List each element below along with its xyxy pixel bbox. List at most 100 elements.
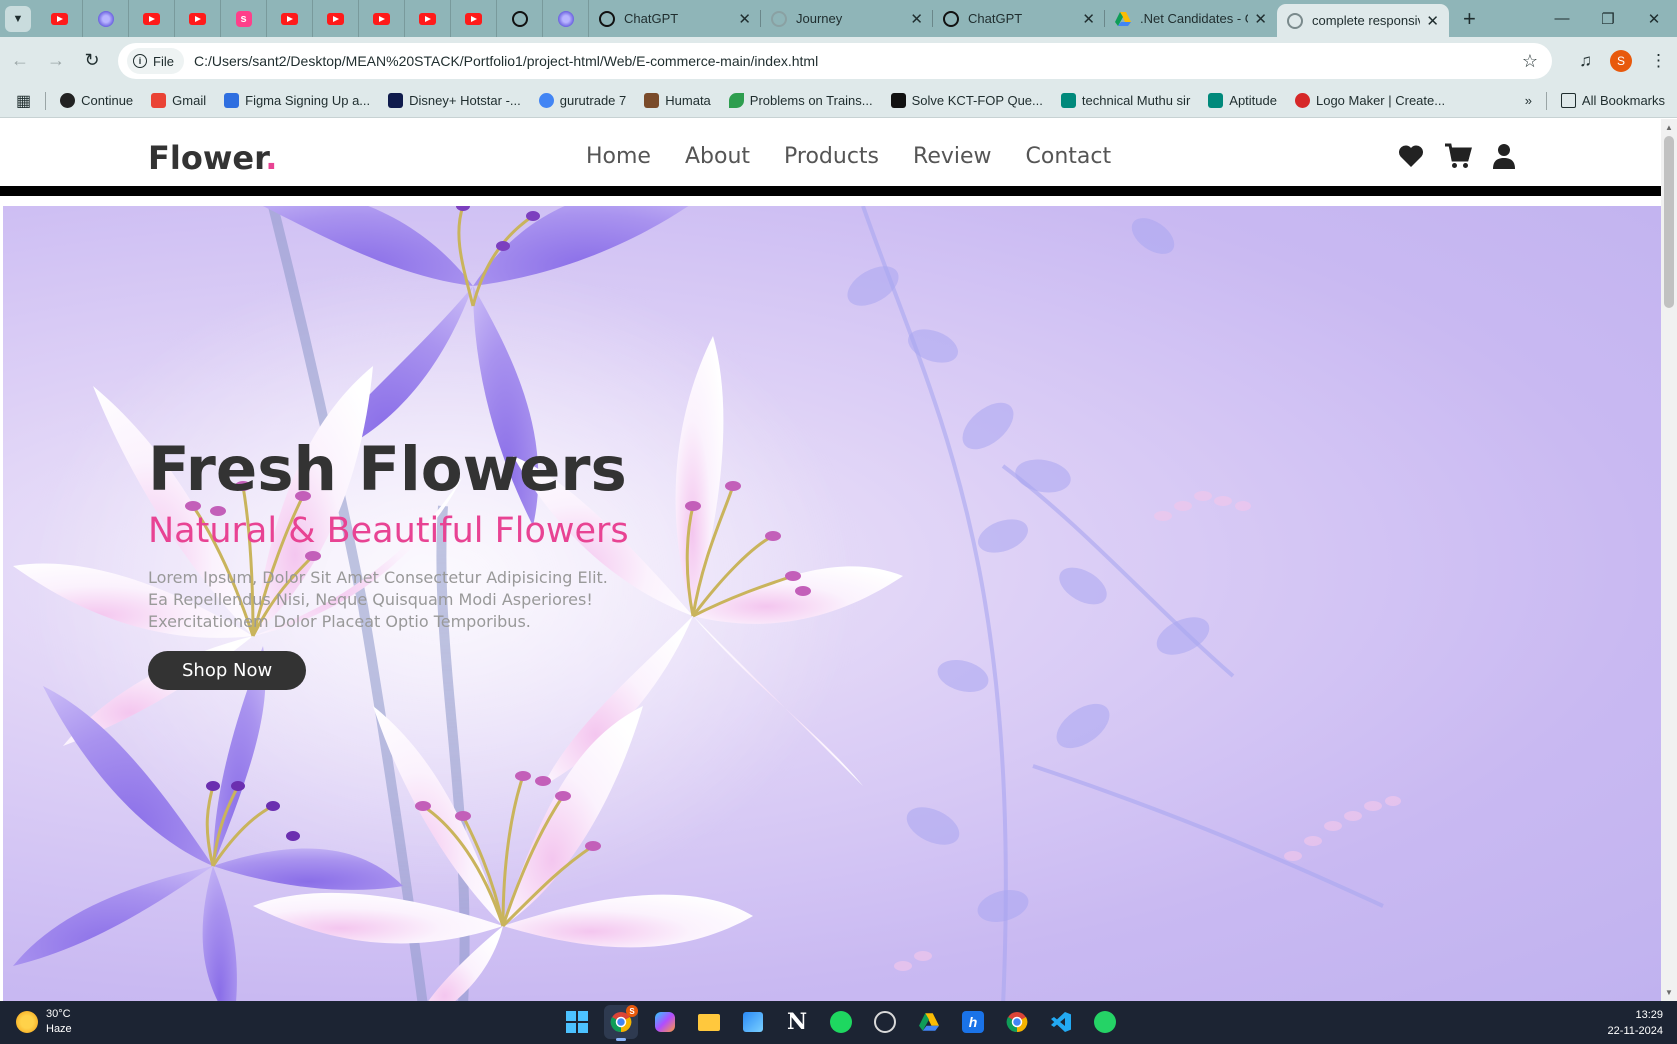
pinned-tab[interactable]	[451, 0, 497, 37]
pinned-tab[interactable]	[313, 0, 359, 37]
start-button[interactable]	[560, 1005, 594, 1039]
apps-grid-icon[interactable]: ▦	[16, 91, 31, 111]
bookmark-continue[interactable]: Continue	[60, 93, 133, 108]
pinned-tab[interactable]	[543, 0, 589, 37]
new-tab-button[interactable]: +	[1463, 6, 1476, 32]
tab-complete-responsive[interactable]: complete responsiv ✕	[1277, 4, 1449, 37]
tab-journey[interactable]: Journey ✕	[761, 0, 933, 37]
nav-products[interactable]: Products	[784, 144, 879, 169]
taskbar-spotify[interactable]	[824, 1005, 858, 1039]
pinned-tab[interactable]	[497, 0, 543, 37]
menu-kebab-icon[interactable]: ⋮	[1650, 51, 1667, 71]
taskbar-chrome[interactable]: S	[604, 1005, 638, 1041]
page-scrollbar[interactable]: ▲ ▼	[1661, 119, 1677, 1001]
close-icon[interactable]: ✕	[910, 10, 923, 28]
url-text[interactable]: C:/Users/sant2/Desktop/MEAN%20STACK/Port…	[194, 53, 818, 69]
close-icon[interactable]: ✕	[1426, 12, 1439, 30]
chili-icon	[1294, 93, 1310, 108]
profile-avatar[interactable]: S	[1610, 49, 1632, 72]
bookmark-hotstar[interactable]: Disney+ Hotstar -...	[388, 93, 521, 108]
nav-review[interactable]: Review	[913, 144, 992, 169]
taskbar-whatsapp[interactable]	[1088, 1005, 1122, 1039]
taskbar-google-drive[interactable]	[912, 1005, 946, 1039]
user-icon[interactable]	[1492, 143, 1516, 169]
taskbar-notion-like-app[interactable]: N	[780, 1005, 814, 1039]
more-bookmarks-chevron-icon[interactable]: »	[1525, 93, 1532, 108]
system-clock[interactable]: 13:29 22-11-2024	[1608, 1007, 1663, 1039]
nav-about[interactable]: About	[685, 144, 750, 169]
all-bookmarks-button[interactable]: All Bookmarks	[1560, 93, 1665, 108]
tab-chatgpt[interactable]: ChatGPT ✕	[589, 0, 761, 37]
bookmarks-bar: ▦ Continue Gmail Figma Signing Up a... D…	[0, 84, 1677, 118]
site-header: Flower. Home About Products Review Conta…	[0, 119, 1661, 196]
minimize-icon[interactable]: —	[1539, 0, 1585, 37]
taskbar-obs[interactable]	[868, 1005, 902, 1039]
bookmark-star-icon[interactable]: ☆	[1522, 51, 1538, 72]
close-window-icon[interactable]: ✕	[1631, 0, 1677, 37]
chatgpt-icon	[599, 10, 615, 27]
taskbar-vscode[interactable]	[1044, 1005, 1078, 1039]
weather-widget[interactable]: 30°C Haze	[16, 1007, 72, 1037]
haze-sun-icon	[16, 1011, 38, 1033]
site-logo[interactable]: Flower.	[148, 139, 277, 177]
reload-button[interactable]: ↻	[74, 43, 110, 79]
tab-search-button[interactable]: ▼	[5, 5, 31, 32]
scroll-up-arrow-icon[interactable]: ▲	[1665, 123, 1673, 132]
tab-title: complete responsiv	[1312, 13, 1421, 28]
address-bar[interactable]: i File C:/Users/sant2/Desktop/MEAN%20STA…	[118, 43, 1552, 79]
forward-button[interactable]: →	[38, 43, 74, 79]
site-info-chip[interactable]: i File	[127, 48, 184, 74]
pinned-tab[interactable]	[405, 0, 451, 37]
scrollbar-thumb[interactable]	[1664, 136, 1674, 308]
youtube-icon	[419, 12, 436, 25]
bookmark-label: gurutrade 7	[559, 93, 627, 108]
restore-icon[interactable]: ❐	[1585, 0, 1631, 37]
nav-contact[interactable]: Contact	[1026, 144, 1112, 169]
nav-home[interactable]: Home	[586, 144, 651, 169]
bookmark-gurutrade[interactable]: gurutrade 7	[538, 93, 627, 108]
bookmarks-divider	[1545, 91, 1547, 110]
hero-section: Fresh Flowers Natural & Beautiful Flower…	[3, 206, 1661, 1001]
bookmark-problems-on-trains[interactable]: Problems on Trains...	[728, 93, 873, 108]
bookmark-technical-muthu[interactable]: technical Muthu sir	[1060, 93, 1190, 108]
taskbar-store[interactable]	[736, 1005, 770, 1039]
bookmark-humata[interactable]: Humata	[644, 93, 711, 108]
bookmark-kct-fop[interactable]: Solve KCT-FOP Que...	[890, 93, 1043, 108]
bookmark-gmail[interactable]: Gmail	[151, 93, 206, 108]
close-icon[interactable]: ✕	[738, 10, 751, 28]
hero-subtitle: Natural & Beautiful Flowers	[148, 511, 629, 552]
header-icons	[1398, 143, 1516, 169]
ai-orb-icon	[97, 10, 114, 27]
tab-chatgpt-2[interactable]: ChatGPT ✕	[933, 0, 1105, 37]
chevron-down-icon: ▼	[12, 12, 24, 25]
taskbar-file-explorer[interactable]	[692, 1005, 726, 1039]
bookmark-label: Humata	[665, 93, 711, 108]
taskbar-copilot[interactable]	[648, 1005, 682, 1039]
hero-title: Fresh Flowers	[148, 434, 627, 505]
media-controls-icon[interactable]: ♫	[1579, 51, 1592, 71]
pinned-tab[interactable]	[129, 0, 175, 37]
tab-title: .Net Candidates - G	[1140, 11, 1249, 26]
scroll-down-arrow-icon[interactable]: ▼	[1665, 988, 1673, 997]
back-button[interactable]: ←	[2, 43, 38, 79]
heart-icon[interactable]	[1398, 144, 1424, 168]
pinned-tab[interactable]	[175, 0, 221, 37]
chrome-profile-badge: S	[626, 1005, 638, 1017]
bookmark-label: Aptitude	[1229, 93, 1277, 108]
taskbar-chrome-2[interactable]	[1000, 1005, 1034, 1039]
tab-net-candidates[interactable]: .Net Candidates - G ✕	[1105, 0, 1277, 37]
pinned-tab[interactable]	[37, 0, 83, 37]
cart-icon[interactable]	[1444, 143, 1472, 169]
taskbar-h-app[interactable]: h	[956, 1005, 990, 1039]
close-icon[interactable]: ✕	[1254, 10, 1267, 28]
pinned-tab[interactable]	[359, 0, 405, 37]
tab-title: ChatGPT	[968, 11, 1023, 26]
bookmark-aptitude[interactable]: Aptitude	[1208, 93, 1277, 108]
shop-now-button[interactable]: Shop Now	[148, 651, 307, 691]
pinned-tab[interactable]	[83, 0, 129, 37]
close-icon[interactable]: ✕	[1082, 10, 1095, 28]
bookmark-figma[interactable]: Figma Signing Up a...	[224, 93, 370, 108]
pinned-tab[interactable]: s	[221, 0, 267, 37]
bookmark-logo-maker[interactable]: Logo Maker | Create...	[1294, 93, 1445, 108]
pinned-tab[interactable]	[267, 0, 313, 37]
